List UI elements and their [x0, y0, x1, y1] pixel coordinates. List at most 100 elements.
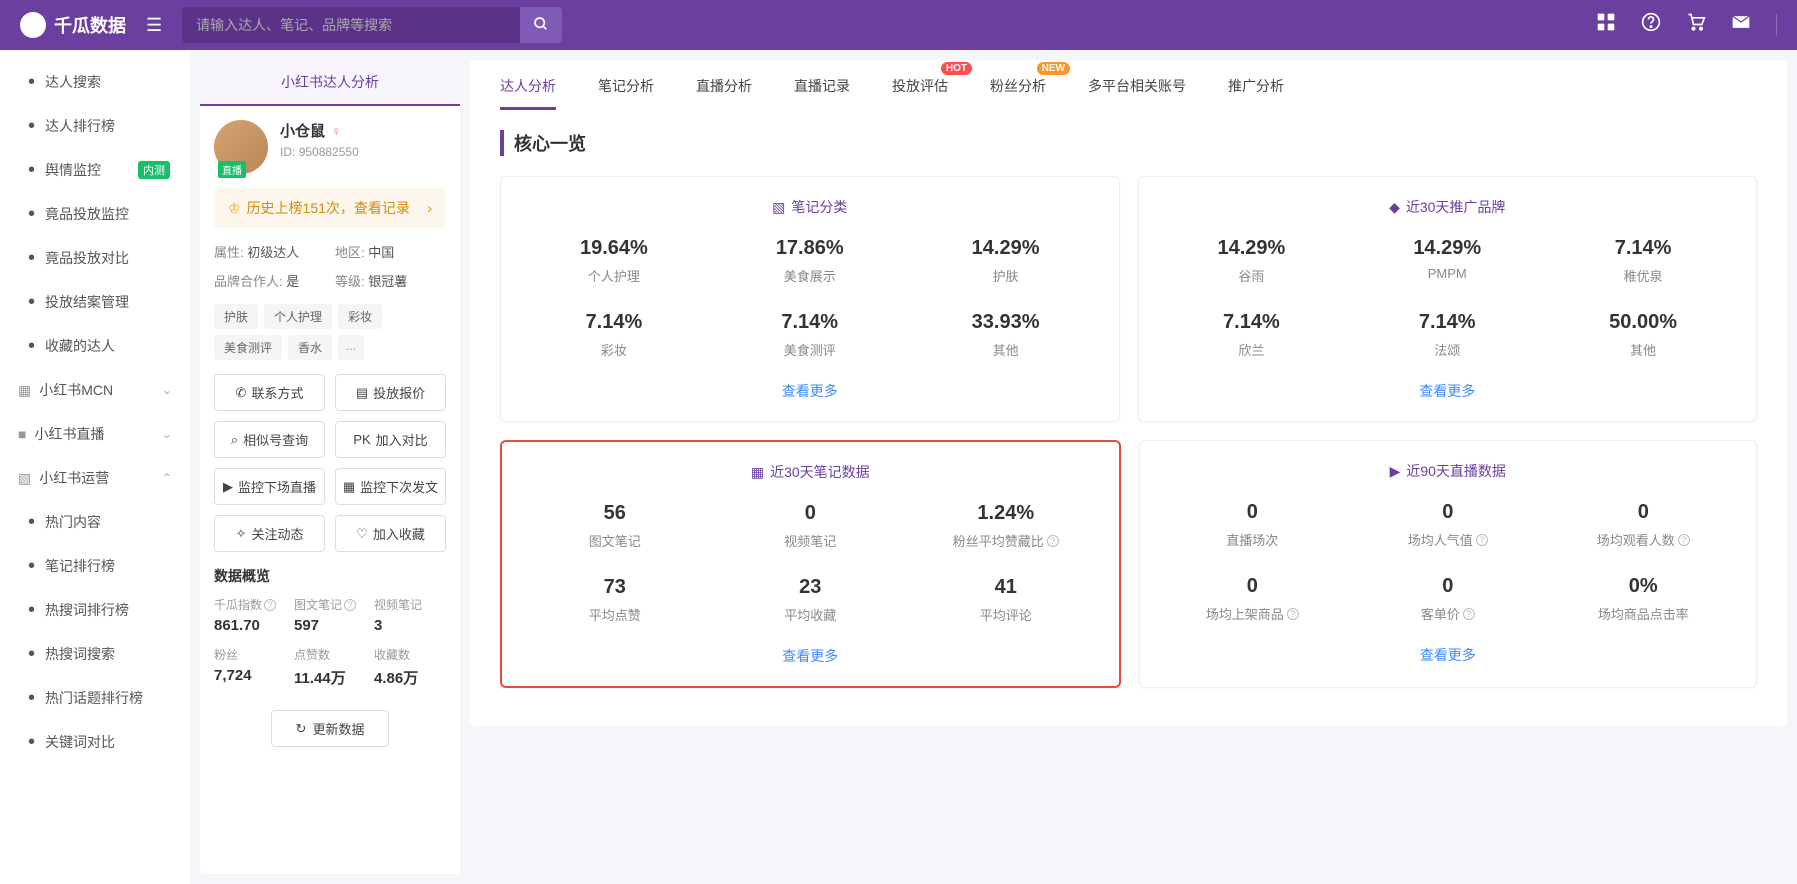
sidebar-sub-hotword-rank[interactable]: 热搜词排行榜	[0, 588, 190, 632]
stat-label: 彩妆	[521, 340, 707, 359]
search-input[interactable]	[182, 17, 520, 33]
tab-placement[interactable]: 投放评估HOT	[892, 76, 948, 110]
logo[interactable]: 千瓜数据	[20, 12, 126, 38]
favorite-button[interactable]: ♡加入收藏	[335, 515, 446, 552]
tag[interactable]: 香水	[288, 335, 332, 360]
stat-value: 33.93%	[913, 311, 1099, 334]
stat-value: 0	[718, 502, 904, 525]
stat-label: 场均上架商品?	[1160, 604, 1346, 623]
sidebar-sub-keyword-compare[interactable]: 关键词对比	[0, 720, 190, 764]
tab-notes[interactable]: 笔记分析	[598, 76, 654, 110]
stat-cell: 7.14%法颂	[1354, 311, 1540, 359]
sidebar-group-mcn[interactable]: ▦小红书MCN⌄	[0, 368, 190, 412]
sidebar-group-live[interactable]: ■小红书直播⌄	[0, 412, 190, 456]
help-small-icon[interactable]: ?	[264, 599, 276, 611]
apps-icon[interactable]	[1596, 12, 1616, 38]
stat-value: 1.24%	[913, 502, 1099, 525]
sidebar-sub-hotword-search[interactable]: 热搜词搜索	[0, 632, 190, 676]
contact-button[interactable]: ✆联系方式	[214, 374, 325, 411]
tab-promo[interactable]: 推广分析	[1228, 76, 1284, 110]
top-divider	[1776, 14, 1777, 36]
more-link[interactable]: 查看更多	[1159, 381, 1737, 401]
watch-post-button[interactable]: ▦监控下次发文	[335, 468, 446, 505]
sidebar-item-case-mgmt[interactable]: 投放结案管理	[0, 280, 190, 324]
stat-label: 法颂	[1354, 340, 1540, 359]
help-small-icon[interactable]: ?	[344, 599, 356, 611]
building-icon: ▦	[18, 382, 31, 399]
follow-trend-button[interactable]: ✧关注动态	[214, 515, 325, 552]
tag[interactable]: 个人护理	[264, 304, 332, 329]
sidebar-item-compete-monitor[interactable]: 竟品投放监控	[0, 192, 190, 236]
stat-label: 图文笔记	[522, 531, 708, 550]
tag-more[interactable]: ...	[338, 335, 364, 360]
stat-cell: 33.93%其他	[913, 311, 1099, 359]
briefcase-icon: ▧	[18, 470, 31, 487]
sidebar-item-search[interactable]: 达人搜索	[0, 60, 190, 104]
stat-value: 0	[1160, 575, 1346, 598]
stat-cell: 19.64%个人护理	[521, 237, 707, 285]
more-link[interactable]: 查看更多	[1160, 645, 1737, 665]
tag[interactable]: 美食测评	[214, 335, 282, 360]
menu-toggle-icon[interactable]: ☰	[146, 15, 162, 36]
search-box	[182, 7, 562, 43]
stat-cell: 1.24%粉丝平均赞藏比?	[913, 502, 1099, 550]
tab-live-analysis[interactable]: 直播分析	[696, 76, 752, 110]
mail-icon[interactable]	[1731, 12, 1751, 38]
help-icon[interactable]	[1641, 12, 1661, 38]
diamond-icon: ◆	[1389, 199, 1400, 216]
stat-label: 客单价?	[1355, 604, 1541, 623]
stat-cell: 7.14%稚优泉	[1550, 237, 1736, 285]
help-small-icon[interactable]: ?	[1287, 608, 1299, 620]
help-small-icon[interactable]: ?	[1476, 534, 1488, 546]
sidebar-item-compete-compare[interactable]: 竟品投放对比	[0, 236, 190, 280]
cart-icon[interactable]	[1686, 12, 1706, 38]
quote-button[interactable]: ▤投放报价	[335, 374, 446, 411]
stat-cell: 41平均评论	[913, 576, 1099, 624]
help-small-icon[interactable]: ?	[1047, 535, 1059, 547]
stat-value: 7.14%	[521, 311, 707, 334]
stat-label: 稚优泉	[1550, 266, 1736, 285]
tabs: 达人分析 笔记分析 直播分析 直播记录 投放评估HOT 粉丝分析NEW 多平台相…	[470, 60, 1787, 110]
stat-value: 7.14%	[1159, 311, 1345, 334]
stat-label: 美食展示	[717, 266, 903, 285]
profile-tab[interactable]: 小红书达人分析	[200, 60, 460, 106]
tag[interactable]: 护肤	[214, 304, 258, 329]
tab-multiplatform[interactable]: 多平台相关账号	[1088, 76, 1186, 110]
stat-value: 23	[718, 576, 904, 599]
sidebar-item-rank[interactable]: 达人排行榜	[0, 104, 190, 148]
video-icon: ■	[18, 426, 26, 442]
help-small-icon[interactable]: ?	[1463, 608, 1475, 620]
sidebar-sub-topic-rank[interactable]: 热门话题排行榜	[0, 676, 190, 720]
avatar[interactable]: 直播	[214, 120, 268, 174]
similar-button[interactable]: ⌕相似号查询	[214, 421, 325, 458]
sidebar-item-sentiment[interactable]: 舆情监控内测	[0, 148, 190, 192]
stat-cell: 56图文笔记	[522, 502, 708, 550]
tab-influencer[interactable]: 达人分析	[500, 76, 556, 110]
more-link[interactable]: 查看更多	[521, 381, 1099, 401]
stat-label: 直播场次	[1160, 530, 1346, 549]
sidebar-group-ops[interactable]: ▧小红书运营⌃	[0, 456, 190, 500]
sidebar-item-favorites[interactable]: 收藏的达人	[0, 324, 190, 368]
data-overview: 数据概览 千瓜指数 ?861.70 图文笔记 ?597 视频笔记3 粉丝7,72…	[200, 566, 460, 702]
stat-cell: 7.14% 彩妆	[521, 311, 707, 359]
stat-label: 欣兰	[1159, 340, 1345, 359]
update-data-button[interactable]: ↻更新数据	[271, 710, 390, 747]
profile-meta: 属性: 初级达人 地区: 中国 品牌合作人: 是 等级: 银冠薯	[200, 228, 460, 304]
help-small-icon[interactable]: ?	[1678, 534, 1690, 546]
profile-name: 小仓鼠 ♀	[280, 120, 359, 141]
card-notes-class: ▧笔记分类 19.64%个人护理17.86%美食展示14.29%护肤7.14%彩…	[500, 176, 1120, 422]
sidebar-sub-hot[interactable]: 热门内容	[0, 500, 190, 544]
compare-button[interactable]: PK加入对比	[335, 421, 446, 458]
sidebar-sub-note-rank[interactable]: 笔记排行榜	[0, 544, 190, 588]
tab-fans[interactable]: 粉丝分析NEW	[990, 76, 1046, 110]
stat-value: 17.86%	[717, 237, 903, 260]
tab-live-record[interactable]: 直播记录	[794, 76, 850, 110]
more-link[interactable]: 查看更多	[522, 646, 1099, 666]
search-button[interactable]	[520, 7, 562, 43]
note-icon: ▦	[751, 464, 764, 481]
tag[interactable]: 彩妆	[338, 304, 382, 329]
stat-value: 14.29%	[913, 237, 1099, 260]
sidebar: 达人搜索 达人排行榜 舆情监控内测 竟品投放监控 竟品投放对比 投放结案管理 收…	[0, 50, 190, 884]
history-banner[interactable]: ♔历史上榜151次，查看记录 ›	[214, 188, 446, 228]
watch-live-button[interactable]: ▶监控下场直播	[214, 468, 325, 505]
